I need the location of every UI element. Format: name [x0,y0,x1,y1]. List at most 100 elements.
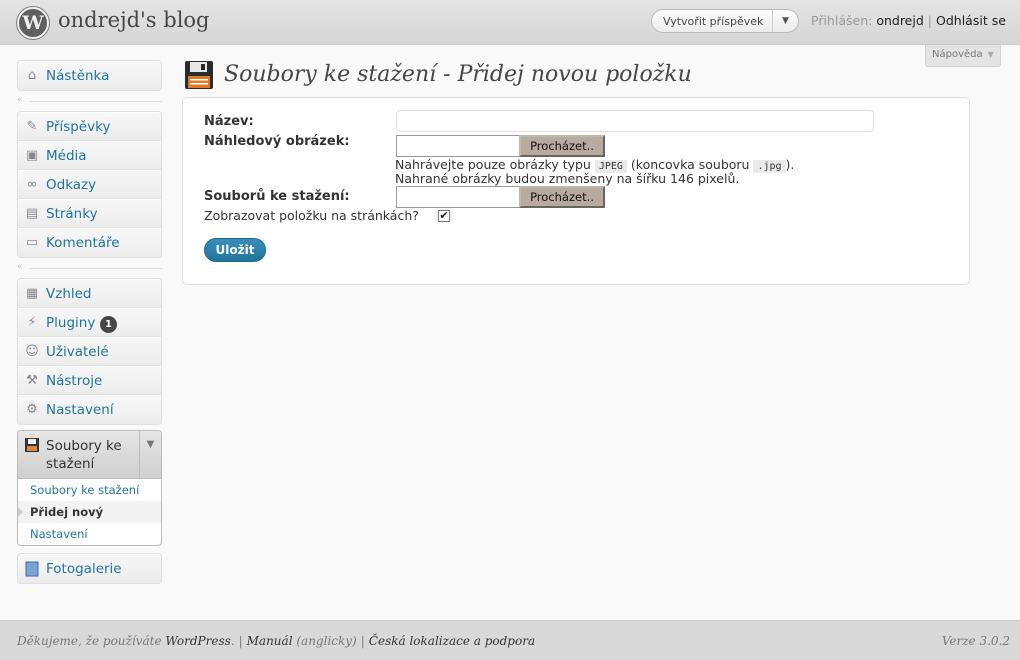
menu-item-pages[interactable]: ▤ Stránky [18,199,161,228]
media-icon: ▣ [25,148,39,163]
footer-thanks: Děkujeme, že používáte [17,634,162,648]
floppy-disk-icon [24,437,40,453]
menu-item-label[interactable]: Příspěvky [46,119,110,135]
menu-item-label[interactable]: Odkazy [46,177,96,193]
hint-text: (koncovka souboru [630,157,750,172]
hint-text: Nahrávejte pouze obrázky typu [395,157,591,172]
menu-item-label[interactable]: Stránky [46,206,98,222]
collapse-arrows-icon[interactable]: « [17,262,23,272]
thumbnail-label: Náhledový obrázek: [204,134,350,149]
separator: | [238,634,243,648]
separator: | [360,634,365,648]
admin-header: W ondrejd's blog Vytvořit příspěvek ▼ Př… [0,0,1020,45]
menu-group-gallery: Fotogalerie [17,553,162,584]
menu-item-posts[interactable]: ✎ Příspěvky [18,112,161,141]
update-count-badge: 1 [100,316,117,333]
menu-group-downloads: Soubory ke stažení ▼ Soubory ke stažení … [17,430,162,546]
menu-item-gallery[interactable]: Fotogalerie [18,554,161,583]
name-input[interactable] [396,110,874,132]
plugin-icon: ⚡ [27,315,37,330]
menu-item-label[interactable]: Vzhled [46,286,92,302]
user-info: Přihlášen: ondrejd | Odhlásit se [811,13,1006,28]
menu-item-tools[interactable]: ⚒ Nástroje [18,366,161,395]
menu-item-appearance[interactable]: ▦ Vzhled [18,279,161,308]
thumbnail-resize-hint: Nahrané obrázky budou zmenšeny na šířku … [395,171,740,186]
favorite-action-button[interactable]: Vytvořit příspěvek [663,15,763,28]
thumbnail-browse-button[interactable]: Procházet.. [519,135,605,157]
download-file-input[interactable] [396,186,519,208]
floppy-disk-icon [184,60,214,90]
menu-group-content: ✎ Příspěvky ▣ Média ∞ Odkazy ▤ Stránky ▭… [17,111,162,258]
favorite-actions[interactable]: Vytvořit příspěvek ▼ [651,9,799,33]
logged-in-label: Přihlášen: [811,13,873,28]
menu-item-settings[interactable]: ⚙ Nastavení [18,395,161,424]
localization-link[interactable]: Česká lokalizace a podpora [369,634,535,648]
wordpress-logo-icon[interactable]: W [17,7,49,39]
submenu-item-settings[interactable]: Nastavení [18,523,161,545]
menu-separator[interactable]: « [17,91,162,111]
admin-footer: Děkujeme, že používáte WordPress. | Manuál… [0,620,1020,660]
manual-note: (anglicky) [296,634,357,648]
book-icon [24,561,40,577]
menu-item-label[interactable]: Pluginy [46,315,95,331]
wordpress-link[interactable]: WordPress [165,634,230,648]
menu-item-label[interactable]: Nástěnka [46,68,109,84]
appearance-icon: ▦ [25,286,39,301]
add-item-form: Název: Náhledový obrázek: Procházet.. Na… [182,97,970,285]
admin-menu: ⌂ Nástěnka « ✎ Příspěvky ▣ Média ∞ Odkaz… [17,60,162,584]
submenu-toggle-icon[interactable]: ▼ [139,431,161,478]
pages-icon: ▤ [25,206,39,221]
username-link[interactable]: ondrejd [876,13,923,28]
separator-line [29,268,162,269]
menu-group-dashboard: ⌂ Nástěnka [17,60,162,91]
submenu-item-add-new[interactable]: Přidej nový [18,501,161,523]
help-tab-label[interactable]: Nápověda [932,49,983,60]
comment-icon: ▭ [25,235,39,250]
menu-item-downloads[interactable]: Soubory ke stažení ▼ [18,431,161,479]
menu-item-label[interactable]: Nastavení [46,402,114,418]
show-on-site-checkbox[interactable]: ✔ [438,210,450,222]
menu-item-plugins[interactable]: ⚡ Pluginy 1 [18,308,161,337]
menu-item-dashboard[interactable]: ⌂ Nástěnka [18,61,161,90]
dropdown-arrow-icon: ▼ [987,50,994,59]
site-title[interactable]: ondrejd's blog [58,8,210,32]
menu-item-label[interactable]: Uživatelé [46,344,109,360]
hint-text: ). [785,157,795,172]
menu-item-media[interactable]: ▣ Média [18,141,161,170]
menu-separator[interactable]: « [17,258,162,278]
save-button[interactable]: Uložit [204,238,266,262]
link-icon: ∞ [26,177,38,192]
dropdown-arrow-icon[interactable]: ▼ [772,10,798,32]
home-icon: ⌂ [27,68,37,83]
menu-group-admin: ▦ Vzhled ⚡ Pluginy 1 ☺ Uživatelé ⚒ Nástr… [17,278,162,425]
thumbnail-hint: Nahrávejte pouze obrázky typu JPEG (konc… [395,157,795,173]
show-on-site-label: Zobrazovat položku na stránkách? [204,208,419,223]
help-tab[interactable]: Nápověda ▼ [925,45,1001,67]
menu-item-links[interactable]: ∞ Odkazy [18,170,161,199]
menu-item-comments[interactable]: ▭ Komentáře [18,228,161,257]
name-label: Název: [204,114,254,129]
hint-code: .jpg [753,160,786,173]
tools-icon: ⚒ [26,373,38,388]
menu-item-label[interactable]: Fotogalerie [46,561,122,577]
menu-item-label[interactable]: Nástroje [46,373,102,389]
settings-icon: ⚙ [26,402,38,417]
thumbnail-file-input[interactable] [396,135,519,157]
logout-link[interactable]: Odhlásit se [936,13,1006,28]
page-title: Soubory ke stažení - Přidej novou položk… [224,62,692,87]
menu-item-users[interactable]: ☺ Uživatelé [18,337,161,366]
menu-item-label[interactable]: Média [46,148,87,164]
menu-item-label[interactable]: Soubory ke stažení [46,437,136,473]
manual-link[interactable]: Manuál [247,634,293,648]
separator-line [29,101,162,102]
menu-item-label[interactable]: Komentáře [46,235,120,251]
users-icon: ☺ [25,344,39,359]
pin-icon: ✎ [26,119,38,134]
file-label: Souborů ke stažení: [204,189,350,204]
file-browse-button[interactable]: Procházet.. [519,186,605,208]
collapse-arrows-icon[interactable]: « [17,95,23,105]
version-label: Verze 3.0.2 [941,634,1010,648]
footer-credits: Děkujeme, že používáte WordPress. | Manuál… [17,634,536,648]
submenu-item-downloads-list[interactable]: Soubory ke stažení [18,479,161,501]
separator: | [927,13,932,28]
